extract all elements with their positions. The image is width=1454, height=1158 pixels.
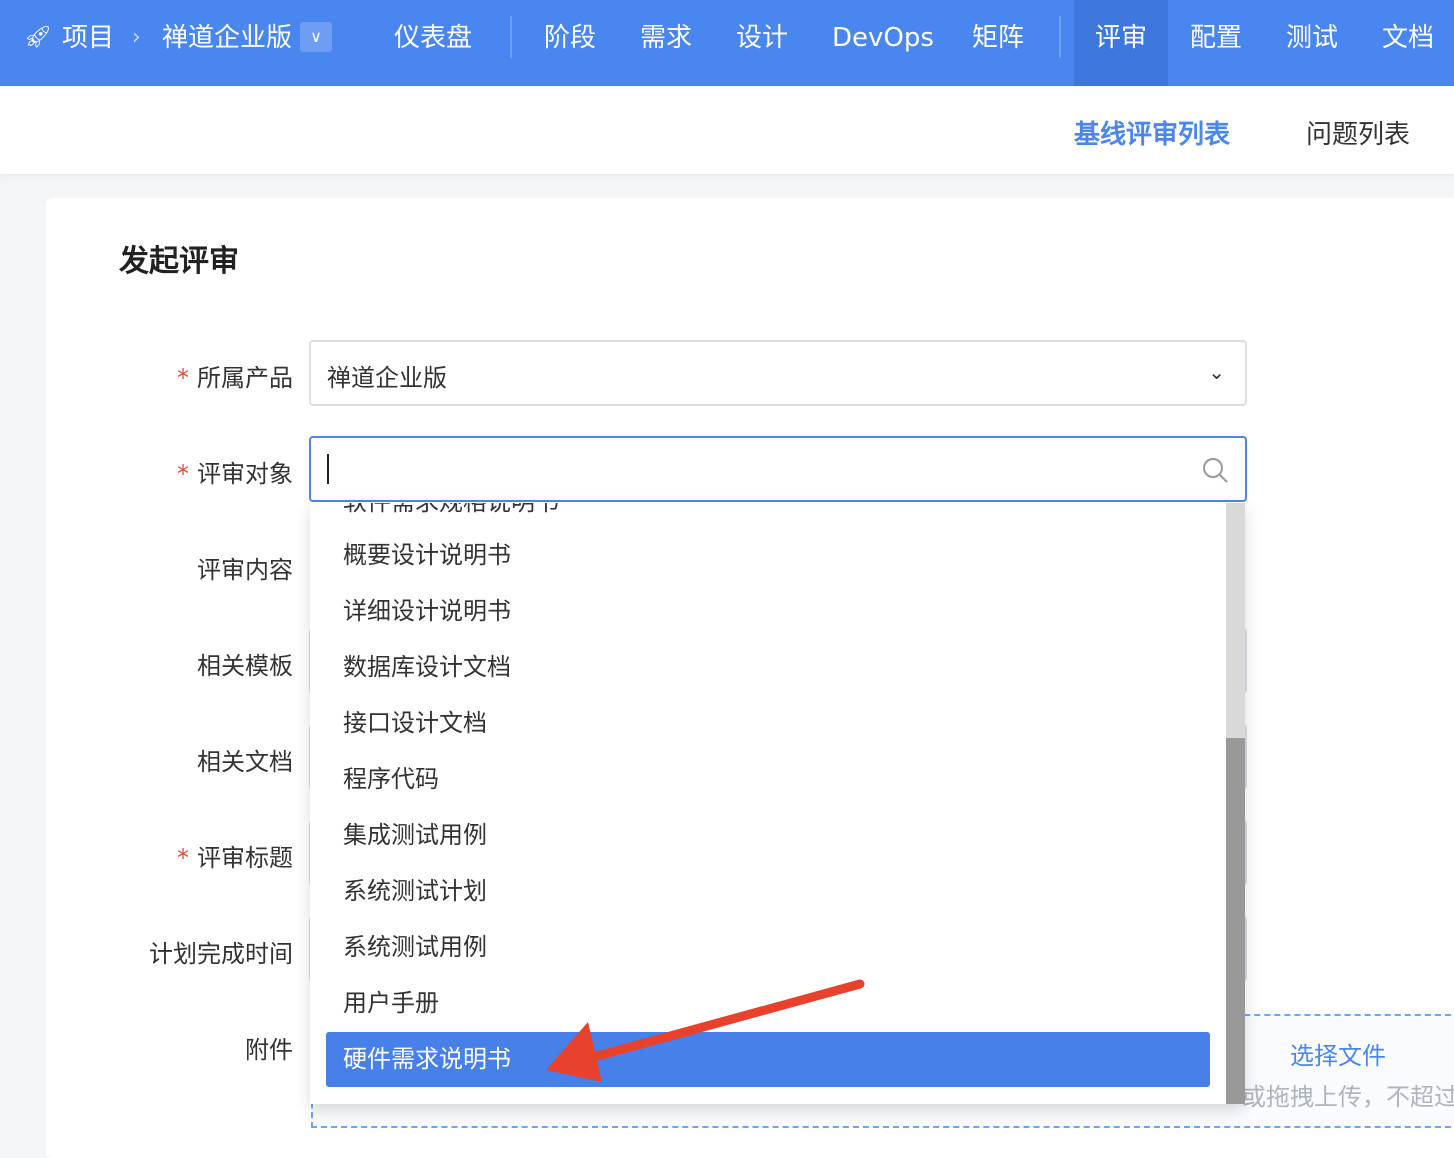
dropdown-option[interactable]: 概要设计说明书	[326, 528, 1210, 583]
divider	[1059, 16, 1061, 58]
dropdown-option[interactable]: 数据库设计文档	[326, 640, 1210, 695]
dropdown-option[interactable]: 集成测试用例	[326, 808, 1210, 863]
rocket-icon: 🚀︎	[24, 25, 52, 50]
nav-review[interactable]: 评审	[1074, 0, 1169, 86]
chevron-down-icon[interactable]: ∨	[300, 22, 332, 52]
tab-issue-list[interactable]: 问题列表	[1306, 114, 1410, 151]
tab-baseline-review-list[interactable]: 基线评审列表	[1074, 114, 1230, 151]
label-object: * 评审对象	[177, 460, 293, 488]
review-object-dropdown: 软件需求规格说明书 概要设计说明书 详细设计说明书 数据库设计文档 接口设计文档…	[310, 503, 1245, 1104]
nav-stage[interactable]: 阶段	[544, 0, 596, 86]
upload-hint: 或拖拽上传，不超过	[1242, 1083, 1454, 1111]
top-nav: 🚀︎ 项目 › 禅道企业版 ∨ 仪表盘 阶段 需求 设计 DevOps 矩阵 评…	[0, 0, 1454, 86]
nav-devops[interactable]: DevOps	[832, 0, 934, 86]
nav-config[interactable]: 配置	[1190, 0, 1242, 86]
nav-requirement[interactable]: 需求	[640, 0, 692, 86]
divider	[510, 16, 512, 58]
dropdown-option-selected[interactable]: 硬件需求说明书	[326, 1032, 1210, 1087]
dropdown-option[interactable]: 详细设计说明书	[326, 584, 1210, 639]
nav-doc[interactable]: 文档	[1382, 0, 1434, 86]
sub-nav: 基线评审列表 问题列表	[0, 86, 1454, 174]
dropdown-option[interactable]: 程序代码	[326, 752, 1210, 807]
label-deadline: 计划完成时间	[149, 940, 293, 968]
dropdown-option[interactable]: 用户手册	[326, 976, 1210, 1031]
label-template: 相关模板	[197, 652, 293, 680]
scrollbar-thumb[interactable]	[1226, 738, 1245, 1104]
nav-design[interactable]: 设计	[736, 0, 788, 86]
label-title: * 评审标题	[177, 844, 293, 872]
chevron-down-icon: ⌄	[1208, 360, 1225, 384]
search-icon	[1203, 458, 1228, 483]
choose-file-button[interactable]: 选择文件	[1290, 1036, 1386, 1071]
nav-test[interactable]: 测试	[1286, 0, 1338, 86]
chevron-right-icon: ›	[132, 25, 141, 50]
page-title: 发起评审	[119, 244, 239, 279]
dropdown-option[interactable]: 系统测试计划	[326, 864, 1210, 919]
label-doc: 相关文档	[197, 748, 293, 776]
dropdown-option[interactable]: 接口设计文档	[326, 696, 1210, 751]
product-select[interactable]: 禅道企业版 ⌄	[309, 340, 1247, 406]
label-content: 评审内容	[197, 556, 293, 584]
review-object-search-input[interactable]	[309, 436, 1247, 502]
nav-project[interactable]: 项目	[62, 0, 114, 86]
dropdown-option[interactable]: 软件需求规格说明书	[326, 503, 1210, 530]
label-product: * 所属产品	[177, 364, 293, 392]
text-caret	[327, 454, 329, 484]
nav-product[interactable]: 禅道企业版	[162, 0, 292, 86]
label-attachment: 附件	[245, 1036, 293, 1064]
nav-dashboard[interactable]: 仪表盘	[394, 0, 472, 86]
dropdown-option[interactable]: 系统测试用例	[326, 920, 1210, 975]
nav-matrix[interactable]: 矩阵	[972, 0, 1024, 86]
scrollbar[interactable]	[1226, 503, 1245, 1104]
